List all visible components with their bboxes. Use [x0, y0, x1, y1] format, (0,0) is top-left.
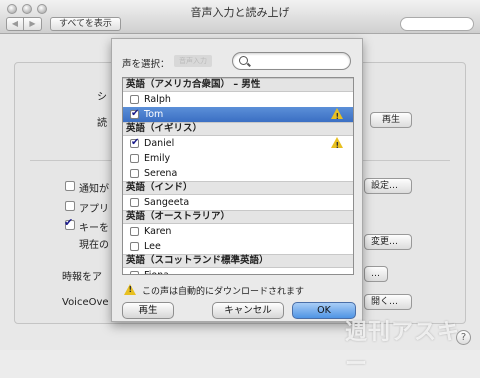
voice-group-header: 英語（オーストラリア） — [123, 210, 353, 224]
voice-row-karen[interactable]: Karen — [123, 224, 353, 239]
voice-row-fiona[interactable]: Fiona — [123, 268, 353, 274]
key-checkbox-mark: ✔ — [64, 216, 74, 229]
voice-row-sangeeta[interactable]: Sangeeta — [123, 195, 353, 210]
voice-row-tom[interactable]: Tom — [123, 106, 353, 124]
cancel-button[interactable]: キャンセル — [212, 302, 284, 319]
voice-name: Lee — [144, 241, 161, 252]
voice-name: Karen — [144, 226, 172, 237]
bg-label-shi: シ — [97, 92, 107, 103]
app-checkbox[interactable] — [65, 201, 75, 211]
voice-row-emily[interactable]: Emily — [123, 151, 353, 166]
voice-row-daniel[interactable]: Daniel — [123, 135, 353, 153]
bg-play-button[interactable]: 再生 — [370, 112, 412, 128]
voice-checkbox[interactable] — [130, 169, 139, 178]
voice-checkbox[interactable] — [130, 154, 139, 163]
show-all-button[interactable]: すべてを表示 — [50, 17, 121, 31]
voice-row-serena[interactable]: Serena — [123, 166, 353, 181]
watermark-logo: 週刊アスキー — [345, 320, 461, 377]
voice-checkbox[interactable] — [130, 242, 139, 251]
voice-name: Serena — [144, 168, 178, 179]
voice-name: Tom — [144, 109, 164, 120]
select-voice-label: 声を選択： — [122, 59, 170, 70]
open-voiceover-button[interactable]: 開く… — [364, 294, 412, 310]
preferences-window: 音声入力と読み上げ ◀ ▶ すべてを表示 シ 読 再生 通知が 設定… アプリ … — [0, 0, 480, 377]
voice-list-rows: 英語（アメリカ合衆国） – 男性 Ralph Tom 英語（イギリス） Daniel Em… — [123, 78, 353, 274]
warning-icon — [124, 284, 136, 295]
warning-icon — [331, 108, 343, 124]
voice-group-header: 英語（インド） — [123, 181, 353, 195]
voice-checkbox[interactable] — [130, 227, 139, 236]
current-label: 現在の — [79, 240, 109, 251]
voice-group-header: 英語（スコットランド標準英語） — [123, 254, 353, 268]
ghost-tab-text: 音声入力 — [174, 55, 212, 67]
voice-group-header: 英語（アメリカ合衆国） – 男性 — [123, 78, 353, 92]
title-bar: 音声入力と読み上げ ◀ ▶ すべてを表示 — [0, 0, 480, 34]
search-icon — [239, 56, 248, 65]
back-button[interactable]: ◀ — [6, 17, 24, 31]
voice-row-lee[interactable]: Lee — [123, 239, 353, 254]
voice-checkbox[interactable] — [130, 271, 139, 274]
app-label: アプリ — [79, 204, 109, 215]
download-note-text: この声は自動的にダウンロードされます — [142, 287, 305, 297]
time-options-button[interactable]: … — [364, 266, 388, 282]
voice-checkbox[interactable] — [130, 95, 139, 104]
voice-selection-sheet: 声を選択： 音声入力 英語（アメリカ合衆国） – 男性 Ralph Tom 英語（イギ… — [111, 38, 363, 322]
voice-list[interactable]: 英語（アメリカ合衆国） – 男性 Ralph Tom 英語（イギリス） Daniel Em… — [122, 77, 354, 275]
nav-buttons: ◀ ▶ — [6, 17, 42, 31]
voice-name: Sangeeta — [144, 197, 190, 208]
voice-group-header: 英語（イギリス） — [123, 122, 353, 136]
bg-label-yomi: 読 — [97, 118, 107, 129]
voice-checkbox[interactable] — [130, 198, 139, 207]
voice-row-ralph[interactable]: Ralph — [123, 92, 353, 107]
voice-name: Fiona — [144, 270, 169, 274]
voice-search-input[interactable] — [232, 52, 351, 70]
prefs-search-field[interactable] — [400, 17, 474, 31]
warning-icon — [331, 137, 343, 153]
sheet-play-button[interactable]: 再生 — [122, 302, 174, 319]
voice-checkbox[interactable] — [130, 106, 139, 121]
voice-name: Daniel — [144, 138, 175, 149]
forward-button[interactable]: ▶ — [24, 17, 42, 31]
key-label: キーを — [79, 223, 109, 234]
voice-name: Ralph — [144, 94, 171, 105]
change-button[interactable]: 変更… — [364, 234, 412, 250]
voiceover-label: VoiceOve — [62, 297, 109, 308]
time-label: 時報をア — [62, 272, 102, 283]
voice-name: Emily — [144, 153, 171, 164]
download-note: この声は自動的にダウンロードされます — [124, 283, 304, 297]
voice-list-scrollbar[interactable] — [345, 78, 353, 274]
settings-button[interactable]: 設定… — [364, 178, 412, 194]
notify-checkbox[interactable] — [65, 181, 75, 191]
notify-label: 通知が — [79, 184, 109, 195]
voice-checkbox[interactable] — [130, 135, 139, 150]
